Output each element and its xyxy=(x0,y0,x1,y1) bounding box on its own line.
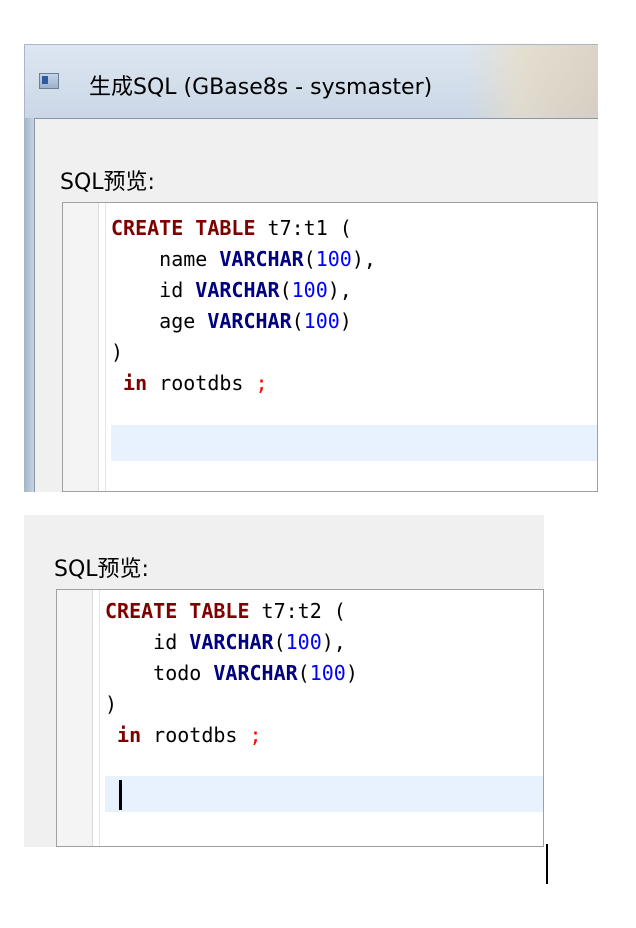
text-cursor-mark xyxy=(546,844,548,884)
sql-code: CREATE TABLE t7:t2 ( id VARCHAR(100), to… xyxy=(105,596,358,782)
editor-fold-margin xyxy=(99,590,100,846)
text-caret xyxy=(119,780,122,810)
window-title: 生成SQL (GBase8s - sysmaster) xyxy=(89,75,433,100)
code-token: 100 xyxy=(285,630,322,654)
code-token: rootdbs xyxy=(141,723,250,747)
code-token: CREATE TABLE xyxy=(111,216,256,240)
code-line: in rootdbs ; xyxy=(105,720,358,751)
code-token: age xyxy=(111,309,208,333)
editor-gutter xyxy=(57,590,93,846)
code-token: 100 xyxy=(309,661,346,685)
sql-preview-label: SQL预览: xyxy=(60,170,155,195)
code-token: ) xyxy=(105,692,118,716)
code-token: VARCHAR xyxy=(195,278,280,302)
code-line: ) xyxy=(111,337,376,368)
window-frame-edge xyxy=(24,118,34,492)
code-token: ; xyxy=(249,723,262,747)
code-token: id xyxy=(111,278,196,302)
code-line: id VARCHAR(100), xyxy=(111,275,376,306)
code-token: in xyxy=(105,723,142,747)
code-token: 100 xyxy=(315,247,352,271)
code-token: rootdbs xyxy=(147,371,256,395)
code-line: todo VARCHAR(100) xyxy=(105,658,358,689)
code-line: CREATE TABLE t7:t2 ( xyxy=(105,596,358,627)
code-token: 100 xyxy=(291,278,328,302)
code-token: ( xyxy=(291,309,304,333)
code-token: VARCHAR xyxy=(219,247,304,271)
code-token: ) xyxy=(111,340,124,364)
code-token: CREATE TABLE xyxy=(105,599,250,623)
code-line: id VARCHAR(100), xyxy=(105,627,358,658)
code-token: t7:t1 ( xyxy=(255,216,352,240)
code-line: CREATE TABLE t7:t1 ( xyxy=(111,213,376,244)
code-token: ), xyxy=(321,630,346,654)
editor-fold-margin xyxy=(105,203,106,491)
code-line: age VARCHAR(100) xyxy=(111,306,376,337)
code-token: in xyxy=(111,371,148,395)
code-token: 100 xyxy=(303,309,340,333)
app-window-icon[interactable] xyxy=(39,73,59,89)
sql-dialog-bottom: SQL预览: CREATE TABLE t7:t2 ( id VARCHAR(1… xyxy=(24,515,544,847)
sql-preview-editor[interactable]: CREATE TABLE t7:t1 ( name VARCHAR(100), … xyxy=(62,202,598,492)
title-bar-glass xyxy=(465,45,598,121)
code-token: ( xyxy=(273,630,286,654)
sql-dialog-top: 生成SQL (GBase8s - sysmaster) SQL预览: CREAT… xyxy=(24,44,598,492)
code-token: VARCHAR xyxy=(189,630,274,654)
code-token: id xyxy=(105,630,190,654)
sql-preview-label: SQL预览: xyxy=(54,557,149,582)
code-token: VARCHAR xyxy=(213,661,298,685)
code-token: ), xyxy=(351,247,376,271)
code-token: ( xyxy=(303,247,316,271)
code-token: VARCHAR xyxy=(207,309,292,333)
code-token: todo xyxy=(105,661,214,685)
sql-preview-editor[interactable]: CREATE TABLE t7:t2 ( id VARCHAR(100), to… xyxy=(56,589,544,847)
sql-code: CREATE TABLE t7:t1 ( name VARCHAR(100), … xyxy=(111,213,376,430)
current-line-highlight xyxy=(111,425,597,461)
code-token: name xyxy=(111,247,220,271)
code-line: in rootdbs ; xyxy=(111,368,376,399)
code-token: ) xyxy=(345,661,358,685)
editor-gutter xyxy=(63,203,99,491)
code-token: ), xyxy=(327,278,352,302)
code-token: ( xyxy=(279,278,292,302)
code-token: ; xyxy=(255,371,268,395)
title-bar[interactable]: 生成SQL (GBase8s - sysmaster) xyxy=(24,44,598,121)
code-line: name VARCHAR(100), xyxy=(111,244,376,275)
code-token: ( xyxy=(297,661,310,685)
code-line: ) xyxy=(105,689,358,720)
code-token: ) xyxy=(339,309,352,333)
code-token: t7:t2 ( xyxy=(249,599,346,623)
